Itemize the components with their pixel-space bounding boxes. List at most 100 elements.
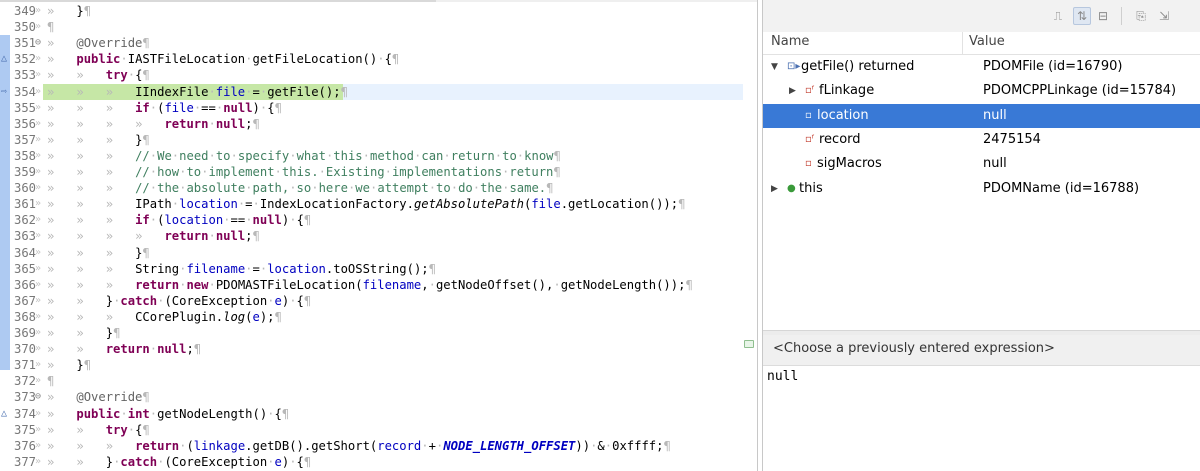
code-line[interactable]: 366» » » » return·new·PDOMASTFileLocation…: [0, 277, 757, 293]
code-line[interactable]: 371» » }¶: [0, 357, 757, 373]
tab-marker: »: [35, 455, 42, 467]
tab-marker: »: [35, 359, 42, 371]
code-line[interactable]: 373 ⊖» @Override¶: [0, 389, 757, 405]
variable-row[interactable]: ▫ location null: [763, 103, 1200, 128]
code-text: » » » //·We·need·to·specify·what·this·me…: [47, 148, 561, 163]
code-text: » }¶: [47, 4, 92, 18]
line-number: 367: [13, 293, 36, 308]
line-number: 375: [13, 422, 36, 437]
line-number: 359: [13, 165, 36, 179]
column-header-name[interactable]: Name: [771, 34, 809, 49]
line-number: 364: [13, 245, 36, 260]
variables-table-header: Name Value: [763, 32, 1200, 55]
code-line[interactable]: 369» » » }¶: [0, 325, 757, 341]
code-text: » » » //·how·to·implement·this.·Existing…: [47, 165, 561, 179]
show-type-names-icon[interactable]: ⎍: [1050, 8, 1066, 24]
tab-marker: »: [35, 85, 42, 97]
code-line[interactable]: 353» » » try·{¶: [0, 67, 757, 83]
code-line[interactable]: ⇨ 354»» » » IIndexFile·file·=·getFile();¶: [0, 83, 757, 100]
code-line[interactable]: 360» » » » //·the·absolute·path,·so·here·…: [0, 180, 757, 196]
line-number: 361: [13, 197, 36, 212]
code-text: » public·int·getNodeLength()·{¶: [47, 406, 290, 421]
expression-placeholder: <Choose a previously entered expression>: [773, 341, 1055, 356]
line-number: 352: [13, 52, 36, 67]
variable-name: fLinkage: [819, 83, 875, 99]
variable-type-icon: ▫ᶠ: [805, 85, 815, 97]
code-line[interactable]: 357» » » » }¶: [0, 132, 757, 148]
line-number: 355: [13, 100, 36, 115]
tab-marker: »: [35, 53, 42, 65]
collapse-all-icon[interactable]: ⊟: [1095, 8, 1111, 24]
code-text: » » » IIndexFile·file·=·getFile();¶: [47, 84, 348, 99]
variable-row[interactable]: ▫ᶠ record 2475154: [763, 128, 1200, 152]
code-text: » » try·{¶: [47, 68, 150, 83]
overview-marker-icon[interactable]: [744, 340, 754, 348]
variable-row[interactable]: ▶ ▫ᶠ fLinkage PDOMCPPLinkage (id=15784): [763, 79, 1200, 103]
code-text: » » » if·(location·==·null)·{¶: [47, 213, 312, 228]
code-line[interactable]: 350» ¶: [0, 19, 757, 35]
code-line[interactable]: 365» » » » String·filename·=·location.toO…: [0, 261, 757, 277]
line-number: 351: [13, 36, 36, 51]
variable-name: this: [799, 180, 823, 196]
line-number: 350: [13, 20, 36, 35]
code-text: » » » //·the·absolute·path,·so·here·we·a…: [47, 181, 554, 196]
variable-type-icon: ▫: [805, 109, 812, 121]
tab-marker: »: [35, 423, 42, 435]
code-text: » » return·null;¶: [47, 342, 202, 357]
show-logical-structure-icon[interactable]: ⇅: [1073, 7, 1091, 25]
collapse-toggle-icon[interactable]: ▼: [771, 55, 781, 79]
code-line[interactable]: 359» » » » //·how·to·implement·this.·Exis…: [0, 164, 757, 180]
code-line[interactable]: 370» » » return·null;¶: [0, 341, 757, 357]
code-text: » » » return·(linkage.getDB().getShort(r…: [47, 438, 671, 453]
line-number: 349: [13, 4, 36, 18]
variable-name: record: [819, 131, 861, 147]
code-line[interactable]: 368» » » » CCorePlugin.log(e);¶: [0, 309, 757, 325]
variable-type-icon: ⊡▸: [787, 61, 801, 72]
code-line[interactable]: 349» » }¶: [0, 3, 757, 19]
code-line[interactable]: 363» » » » » return·null;¶: [0, 228, 757, 244]
line-number: 371: [13, 358, 36, 373]
line-number: 360: [13, 181, 36, 196]
code-line[interactable]: 376» » » » return·(linkage.getDB().getSho…: [0, 438, 757, 454]
detail-pane-value[interactable]: null: [767, 369, 798, 384]
line-number: 368: [13, 309, 36, 324]
tab-marker: »: [35, 21, 42, 33]
code-line[interactable]: 362» » » » if·(location·==·null)·{¶: [0, 212, 757, 228]
variable-row[interactable]: ▼ ⊡▸ getFile() returned PDOMFile (id=16790): [763, 55, 1200, 79]
code-line[interactable]: 356» » » » » return·null;¶: [0, 116, 757, 132]
code-line[interactable]: 367» » » }·catch·(CoreException·e)·{¶: [0, 293, 757, 309]
fold-collapse-icon[interactable]: ⊖: [35, 389, 45, 405]
code-line[interactable]: 375» » » try·{¶: [0, 422, 757, 438]
code-line[interactable]: 372» ¶: [0, 373, 757, 389]
code-line[interactable]: 355» » » » if·(file·==·null)·{¶: [0, 100, 757, 116]
view-menu-icon[interactable]: ⇲: [1156, 8, 1172, 24]
tab-marker: »: [35, 246, 42, 258]
line-number: 365: [13, 261, 36, 276]
code-line[interactable]: 351 ⊖» @Override¶: [0, 35, 757, 51]
line-number: 356: [13, 116, 36, 131]
code-line[interactable]: 364» » » » }¶: [0, 245, 757, 261]
code-line[interactable]: 377» » » }·catch·(CoreException·e)·{¶: [0, 454, 757, 470]
variable-row[interactable]: ▶ ● this PDOMName (id=16788): [763, 177, 1200, 201]
tab-marker: »: [35, 149, 42, 161]
expand-toggle-icon[interactable]: ▶: [789, 79, 799, 103]
code-editor[interactable]: 349»» }¶ 350» ¶ 351 ⊖» @Override¶ △ 352»» publ…: [0, 0, 758, 471]
line-number: 354: [13, 84, 36, 99]
column-header-value[interactable]: Value: [969, 34, 1005, 49]
expand-toggle-icon[interactable]: ▶: [771, 177, 781, 201]
new-view-icon[interactable]: ⎘: [1133, 8, 1149, 24]
code-line[interactable]: 358» » » » //·We·need·to·specify·what·thi…: [0, 148, 757, 164]
tab-marker: »: [35, 117, 42, 129]
code-text: » » » CCorePlugin.log(e);¶: [47, 309, 282, 324]
fold-collapse-icon[interactable]: ⊖: [35, 35, 45, 51]
variable-row[interactable]: ▫ sigMacros null: [763, 152, 1200, 176]
code-line[interactable]: △ 352»» public·IASTFileLocation·getFileLo…: [0, 51, 757, 67]
code-text: » » » if·(file·==·null)·{¶: [47, 100, 282, 115]
code-text: ¶: [47, 374, 55, 389]
code-line[interactable]: 361» » » » IPath·location·=·IndexLocation…: [0, 196, 757, 212]
expression-combo[interactable]: <Choose a previously entered expression>: [763, 335, 1200, 366]
code-text: » » }·catch·(CoreException·e)·{¶: [47, 454, 312, 469]
tab-marker: »: [35, 375, 42, 387]
variable-value: PDOMCPPLinkage (id=15784): [983, 83, 1177, 99]
code-line[interactable]: △ 374»» public·int·getNodeLength()·{¶: [0, 406, 757, 422]
